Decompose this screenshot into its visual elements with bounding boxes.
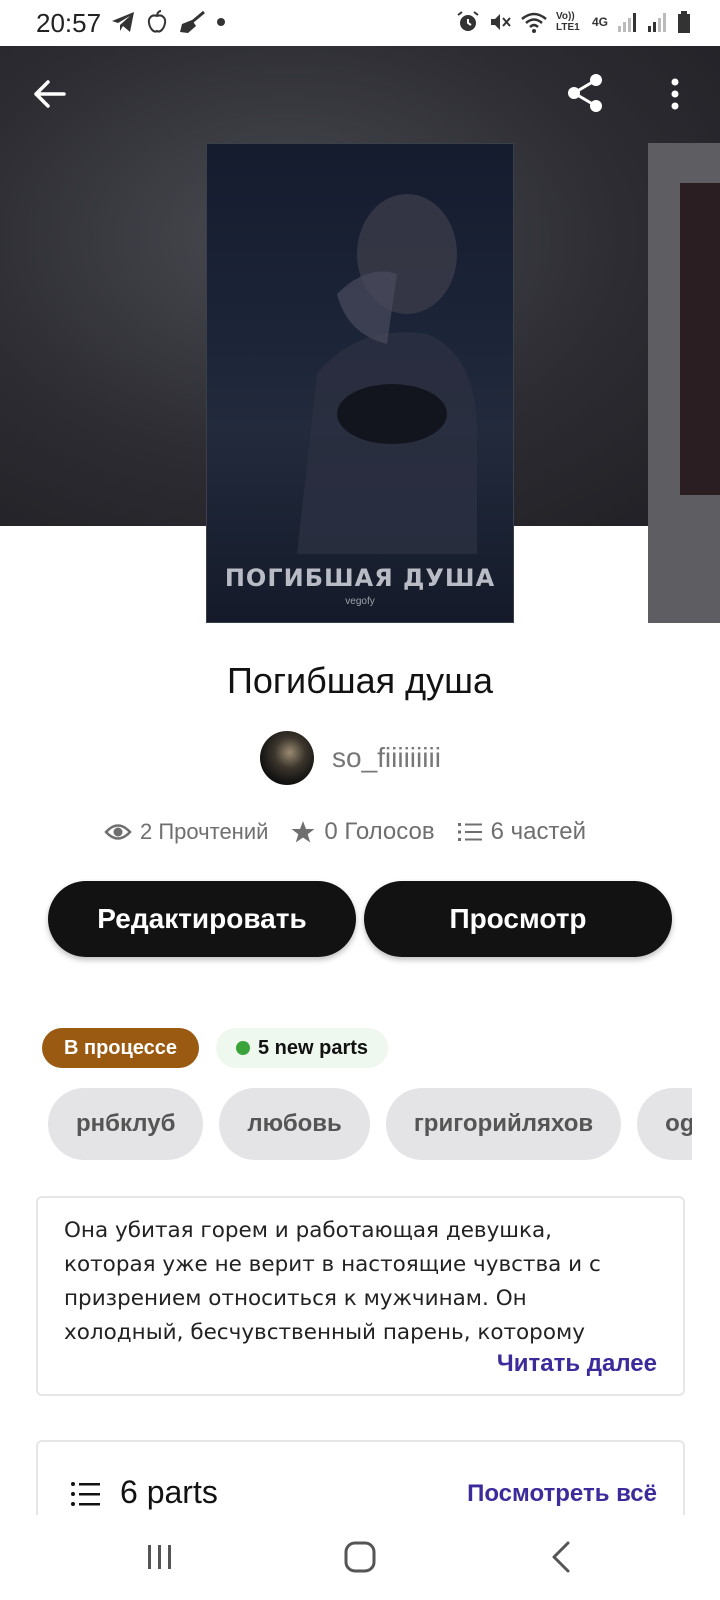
preview-button[interactable]: Просмотр bbox=[364, 881, 672, 957]
tag-chip[interactable]: ogbuda bbox=[637, 1088, 692, 1160]
status-right-icons: Vo)) LTE1 4G bbox=[456, 10, 692, 34]
status-badge: В процессе bbox=[42, 1028, 200, 1068]
share-icon[interactable] bbox=[562, 70, 608, 116]
volte-icon: Vo)) LTE1 bbox=[555, 11, 580, 33]
recent-apps-icon[interactable] bbox=[138, 1537, 182, 1577]
broom-icon bbox=[180, 10, 205, 33]
see-all-link[interactable]: Посмотреть всё bbox=[467, 1480, 657, 1508]
parts-count: 6 parts bbox=[120, 1474, 218, 1510]
apple-icon bbox=[147, 10, 167, 33]
author-avatar[interactable] bbox=[260, 731, 314, 785]
alarm-icon bbox=[457, 11, 479, 31]
read-more-link[interactable]: Читать далее bbox=[497, 1350, 657, 1378]
star-icon bbox=[291, 821, 315, 843]
next-story-cover[interactable] bbox=[648, 143, 720, 623]
tag-chip[interactable]: григорийляхов bbox=[385, 1088, 622, 1160]
stat-votes: 0 Голосов bbox=[290, 818, 435, 846]
signal-icon bbox=[618, 13, 636, 32]
tag-chip[interactable]: рнбклуб bbox=[48, 1088, 204, 1160]
home-icon[interactable] bbox=[338, 1537, 382, 1577]
story-cover[interactable]: ПОГИБШАЯ ДУША vegofy bbox=[206, 143, 514, 623]
cover-author: vegofy bbox=[345, 596, 375, 607]
stat-parts-label: 6 частей bbox=[490, 818, 586, 845]
description-card: Она убитая горем и работающая девушка, к… bbox=[36, 1196, 685, 1396]
cover-figure-illustration bbox=[297, 194, 477, 554]
battery-icon bbox=[678, 11, 690, 33]
status-time: 20:57 bbox=[36, 8, 102, 38]
stat-reads-label: 2 Прочтений bbox=[140, 819, 269, 844]
stat-reads: 2 Прочтений bbox=[104, 819, 268, 845]
author-row[interactable]: so_fiiiiiiiii bbox=[260, 731, 441, 785]
new-parts-badge: 5 new parts bbox=[216, 1028, 389, 1068]
description-text: Она убитая горем и работающая девушка, к… bbox=[64, 1218, 601, 1345]
system-nav-bar bbox=[0, 1515, 720, 1600]
new-indicator-dot bbox=[236, 1041, 250, 1055]
stat-parts: 6 частей bbox=[457, 818, 586, 846]
story-title: Погибшая душа bbox=[226, 660, 494, 701]
back-icon[interactable] bbox=[540, 1537, 584, 1577]
stat-votes-label: 0 Голосов bbox=[324, 818, 435, 845]
more-options-icon[interactable] bbox=[660, 74, 690, 114]
story-stats: 2 Прочтений 0 Голосов 6 частей bbox=[104, 818, 586, 846]
list-icon bbox=[457, 823, 482, 841]
parts-list-icon bbox=[71, 1482, 100, 1506]
cover-title: ПОГИБШАЯ ДУША bbox=[224, 564, 496, 592]
status-left-icons bbox=[110, 10, 226, 34]
edit-button[interactable]: Редактировать bbox=[48, 881, 356, 957]
tags-scroller[interactable]: рнбклуб любовь григорийляхов ogbuda bbox=[48, 1088, 692, 1160]
mute-icon bbox=[490, 14, 511, 30]
new-parts-label: 5 new parts bbox=[258, 1036, 369, 1059]
4g-icon: 4G bbox=[591, 15, 608, 29]
back-arrow-icon[interactable] bbox=[30, 74, 70, 114]
eye-icon bbox=[104, 824, 132, 840]
dot-icon bbox=[217, 18, 225, 26]
signal-icon bbox=[648, 13, 666, 32]
next-story-cover-image bbox=[680, 183, 720, 495]
telegram-icon bbox=[112, 12, 134, 32]
author-name[interactable]: so_fiiiiiiiii bbox=[332, 742, 441, 774]
tag-chip[interactable]: любовь bbox=[219, 1088, 370, 1160]
wifi-icon bbox=[521, 12, 547, 33]
status-bar: 20:57 Vo)) LTE1 4G bbox=[0, 0, 720, 46]
